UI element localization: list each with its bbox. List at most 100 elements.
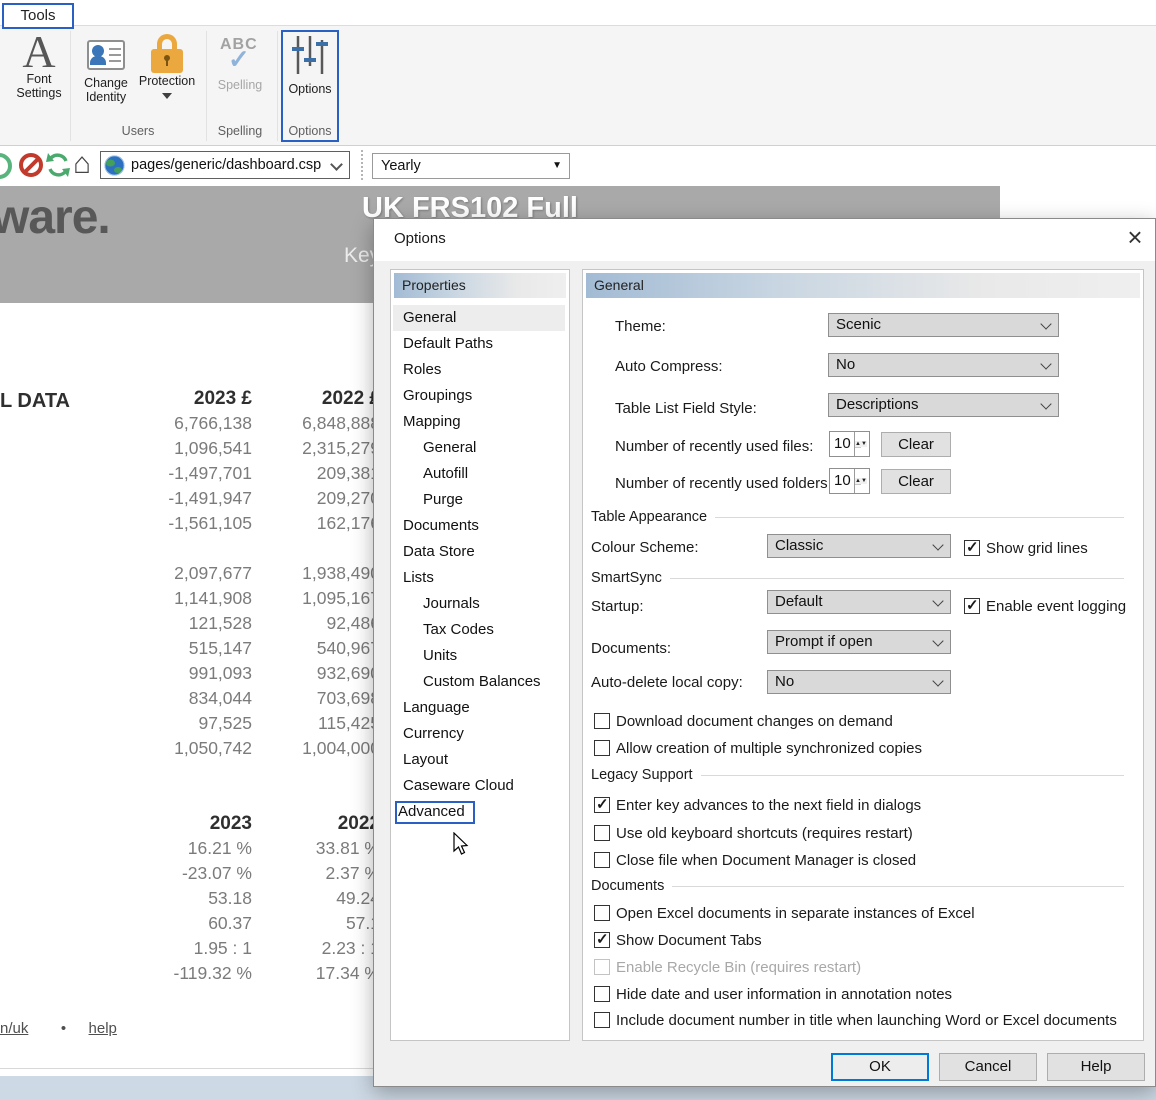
show-grid-label: Show grid lines	[986, 540, 1088, 557]
protection-dropdown-arrow[interactable]	[162, 93, 172, 99]
tree-item-general[interactable]: General	[393, 305, 565, 331]
tree-item-roles[interactable]: Roles	[393, 357, 565, 383]
hide-date-label: Hide date and user information in annota…	[616, 986, 952, 1003]
enter-key-label: Enter key advances to the next field in …	[616, 797, 921, 814]
period-dropdown-arrow[interactable]: ▼	[552, 160, 562, 171]
col-header-2022: 2022	[252, 813, 380, 838]
tree-item-tax-codes[interactable]: Tax Codes	[393, 617, 565, 643]
close-file-checkbox[interactable]	[594, 852, 610, 868]
tree-item-autofill[interactable]: Autofill	[393, 461, 565, 487]
tree-item-purge[interactable]: Purge	[393, 487, 565, 513]
old-shortcuts-checkbox[interactable]	[594, 825, 610, 841]
enter-key-checkbox[interactable]: ✓	[594, 797, 610, 813]
clear-files-button[interactable]: Clear	[881, 432, 951, 457]
navigation-toolbar: ⌂ pages/generic/dashboard.csp Yearly ▼	[0, 146, 1156, 186]
tab-tools[interactable]: Tools	[2, 3, 74, 29]
address-combobox[interactable]: pages/generic/dashboard.csp	[100, 151, 350, 179]
home-icon[interactable]: ⌂	[73, 150, 91, 178]
tree-item-advanced-label[interactable]: Advanced	[395, 801, 475, 824]
group-label-spelling: Spelling	[210, 124, 270, 138]
ribbon-separator	[206, 31, 207, 141]
report-header-row: 2023 £ 2022 £	[0, 388, 380, 413]
tree-item-mapping-general[interactable]: General	[393, 435, 565, 461]
multiple-copies-checkbox[interactable]	[594, 740, 610, 756]
footer-link-help[interactable]: help	[89, 1020, 117, 1037]
period-combobox[interactable]: Yearly ▼	[372, 153, 570, 179]
include-number-checkbox[interactable]	[594, 1012, 610, 1028]
startup-label: Startup:	[591, 598, 644, 615]
table-row: 121,52892,486	[0, 613, 380, 638]
cancel-button[interactable]: Cancel	[939, 1053, 1037, 1081]
tree-item-advanced[interactable]: Advanced	[393, 799, 565, 825]
options-button[interactable]: Options	[283, 34, 337, 96]
help-button[interactable]: Help	[1047, 1053, 1145, 1081]
sync-documents-select[interactable]: Prompt if open	[767, 630, 951, 654]
tree-item-custom-balances[interactable]: Custom Balances	[393, 669, 565, 695]
tree-item-units[interactable]: Units	[393, 643, 565, 669]
table-row: 515,147540,967	[0, 638, 380, 663]
ribbon-tab-row	[0, 0, 1156, 28]
stop-icon[interactable]	[19, 153, 43, 177]
tree-item-default-paths[interactable]: Default Paths	[393, 331, 565, 357]
excel-instances-checkbox[interactable]	[594, 905, 610, 921]
recycle-bin-label: Enable Recycle Bin (requires restart)	[616, 959, 861, 976]
tree-item-groupings[interactable]: Groupings	[393, 383, 565, 409]
group-documents: Documents	[591, 878, 1124, 894]
show-grid-checkbox[interactable]: ✓	[964, 540, 980, 556]
protection-button[interactable]: Protection	[136, 32, 198, 99]
caseware-logo-fragment: ware.	[0, 190, 110, 245]
report-table-block1: 2023 £ 2022 £ 6,766,1386,848,888 1,096,5…	[0, 388, 380, 763]
clear-folders-button[interactable]: Clear	[881, 469, 951, 494]
spin-down-icon[interactable]: ▼	[861, 478, 867, 484]
table-row: 1,096,5412,315,279	[0, 438, 380, 463]
tree-item-mapping[interactable]: Mapping	[393, 409, 565, 435]
recycle-bin-checkbox	[594, 959, 610, 975]
auto-delete-select[interactable]: No	[767, 670, 951, 694]
event-logging-checkbox[interactable]: ✓	[964, 598, 980, 614]
download-changes-checkbox[interactable]	[594, 713, 610, 729]
ribbon-separator	[70, 31, 71, 141]
sliders-icon	[290, 34, 330, 76]
general-settings-pane: General Theme: Scenic Auto Compress: No …	[582, 269, 1144, 1041]
show-tabs-checkbox[interactable]: ✓	[594, 932, 610, 948]
tree-item-documents[interactable]: Documents	[393, 513, 565, 539]
tree-item-caseware-cloud[interactable]: Caseware Cloud	[393, 773, 565, 799]
address-chevron-icon[interactable]	[330, 158, 343, 171]
table-row: 53.1849.24	[0, 888, 380, 913]
spelling-label: Spelling	[214, 78, 266, 92]
excel-instances-label: Open Excel documents in separate instanc…	[616, 905, 975, 922]
dialog-titlebar[interactable]: Options ×	[374, 219, 1155, 261]
hide-date-checkbox[interactable]	[594, 986, 610, 1002]
font-settings-button[interactable]: A Font Settings	[10, 32, 68, 100]
auto-compress-select[interactable]: No	[828, 353, 1059, 377]
colour-scheme-select[interactable]: Classic	[767, 534, 951, 558]
col-header-2022: 2022 £	[252, 388, 380, 413]
group-legacy-support: Legacy Support	[591, 767, 1124, 783]
old-shortcuts-label: Use old keyboard shortcuts (requires res…	[616, 825, 913, 842]
tree-item-currency[interactable]: Currency	[393, 721, 565, 747]
spin-down-icon[interactable]: ▼	[861, 441, 867, 447]
theme-select[interactable]: Scenic	[828, 313, 1059, 337]
auto-delete-label: Auto-delete local copy:	[591, 674, 743, 691]
sync-documents-label: Documents:	[591, 640, 671, 657]
startup-select[interactable]: Default	[767, 590, 951, 614]
refresh-icon[interactable]	[45, 152, 71, 178]
tree-item-lists[interactable]: Lists	[393, 565, 565, 591]
tree-item-language[interactable]: Language	[393, 695, 565, 721]
recent-files-stepper[interactable]: 10 ▲▼	[829, 431, 870, 457]
ribbon-body: e A Font Settings Change Identity Protec…	[0, 25, 1156, 146]
ok-button[interactable]: OK	[831, 1053, 929, 1081]
footer-link-uk[interactable]: n/uk	[0, 1020, 28, 1037]
change-identity-button[interactable]: Change Identity	[80, 32, 132, 104]
font-settings-icon: A	[10, 32, 68, 72]
tree-item-journals[interactable]: Journals	[393, 591, 565, 617]
go-icon[interactable]	[0, 153, 12, 179]
chevron-down-icon	[932, 635, 943, 646]
close-icon[interactable]: ×	[1120, 222, 1150, 252]
table-list-style-select[interactable]: Descriptions	[828, 393, 1059, 417]
tree-item-data-store[interactable]: Data Store	[393, 539, 565, 565]
recent-folders-stepper[interactable]: 10 ▲▼	[829, 468, 870, 494]
tree-header: Properties	[394, 273, 566, 298]
tree-item-layout[interactable]: Layout	[393, 747, 565, 773]
footer-bullet: •	[61, 1020, 66, 1037]
